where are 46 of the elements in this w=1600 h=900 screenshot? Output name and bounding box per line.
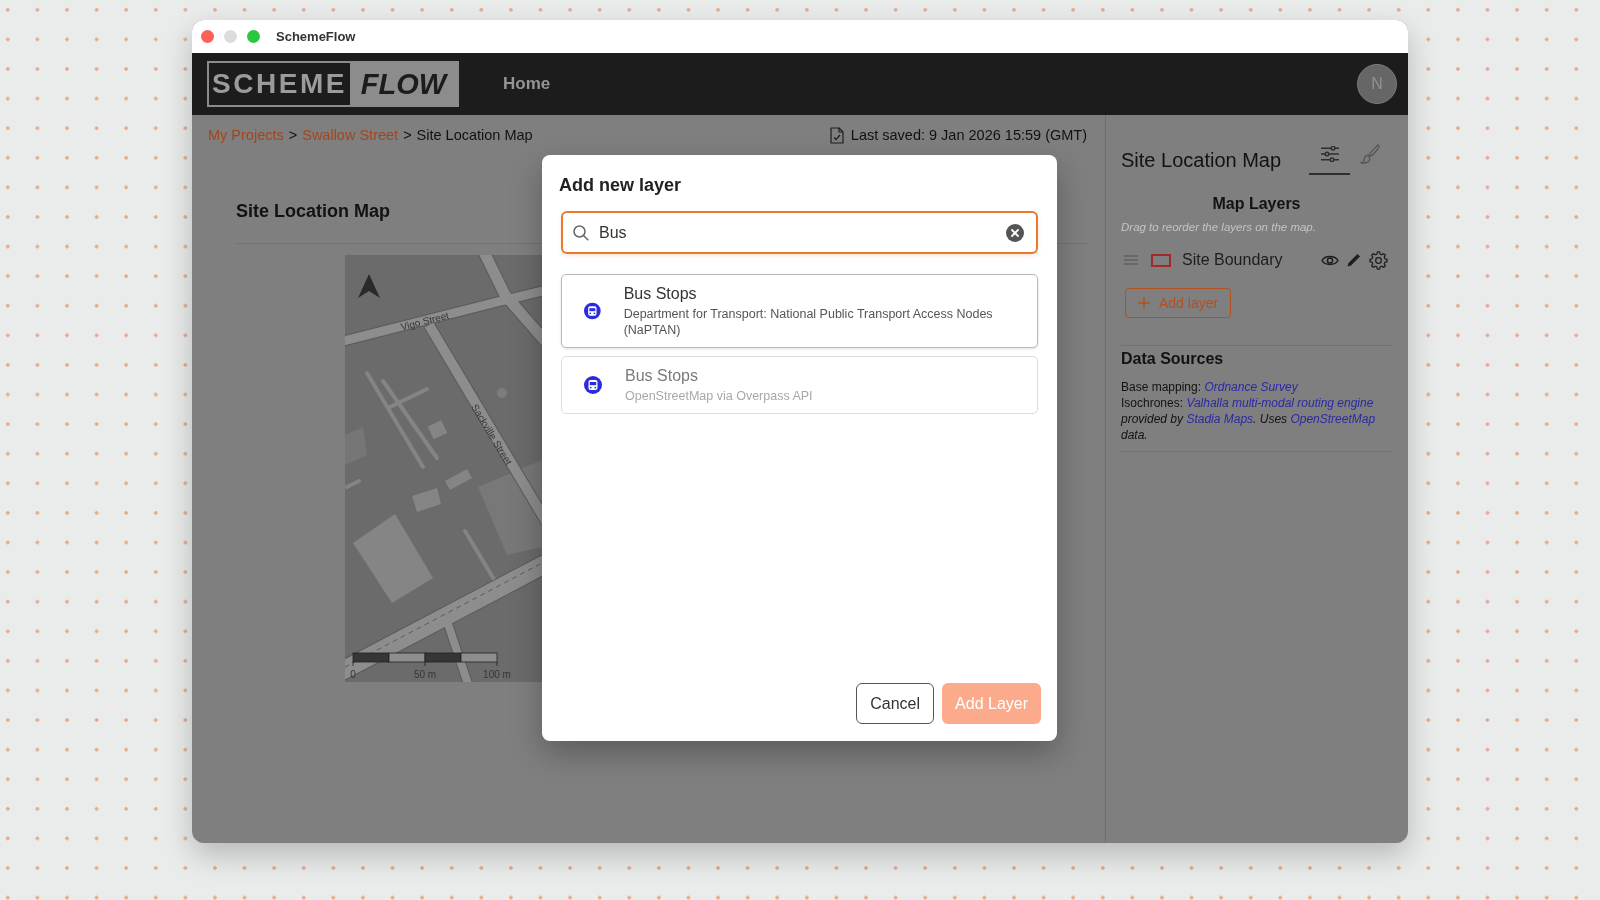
result-title: Bus Stops bbox=[623, 284, 698, 304]
panel-title: Site Location Map bbox=[1121, 148, 1282, 172]
window-title: SchemeFlow bbox=[276, 29, 356, 44]
nav-link[interactable]: Home bbox=[503, 74, 551, 94]
breadcrumb-link[interactable]: Swallow Street bbox=[302, 127, 399, 143]
bus-icon bbox=[584, 376, 602, 394]
clear-icon[interactable] bbox=[1006, 223, 1024, 242]
maximize-icon[interactable] bbox=[247, 30, 260, 43]
street-label: Vigo Street bbox=[399, 309, 451, 333]
settings-icon[interactable] bbox=[1369, 250, 1388, 270]
result-title: Bus Stops bbox=[625, 366, 699, 386]
source-link[interactable]: OpenStreetMap bbox=[1290, 412, 1376, 426]
hint-text: Drag to reorder the layers on the map. bbox=[1121, 220, 1317, 234]
search-icon bbox=[573, 224, 589, 241]
sliders-icon bbox=[1320, 145, 1339, 162]
result-description: Department for Transport: National Public Transport Access Nodes (NaPTAN) bbox=[623, 306, 994, 338]
logo-text: FLOW bbox=[350, 63, 457, 105]
section-heading: Data Sources bbox=[1121, 349, 1225, 369]
search-field[interactable]: Bus bbox=[561, 211, 1038, 254]
logo[interactable]: SCHEME FLOW bbox=[207, 61, 459, 107]
source-link[interactable]: Valhalla multi-modal routing engine bbox=[1186, 396, 1374, 410]
drag-handle-icon[interactable] bbox=[1124, 255, 1138, 265]
result-description: OpenStreetMap via Overpass API bbox=[625, 388, 813, 404]
source-link[interactable]: Ordnance Survey bbox=[1204, 380, 1298, 394]
breadcrumb-separator: > bbox=[403, 127, 412, 143]
brush-icon bbox=[1360, 143, 1380, 164]
plus-icon bbox=[1138, 297, 1150, 309]
breadcrumb-current: Site Location Map bbox=[416, 127, 533, 143]
last-saved-text: Last saved: 9 Jan 2026 15:59 (GMT) bbox=[850, 127, 1087, 143]
map-title: Site Location Map bbox=[236, 200, 390, 222]
data-source-text: Isochrones: Valhalla multi-modal routing engine provided by Stadia Maps. Uses OpenStreetMap data. bbox=[1121, 395, 1377, 443]
breadcrumb-separator: > bbox=[288, 127, 298, 143]
north-arrow-icon bbox=[358, 274, 380, 298]
layer-name: Site Boundary bbox=[1182, 251, 1283, 269]
scale-label: 0 bbox=[350, 668, 356, 680]
document-check-icon bbox=[829, 126, 844, 144]
eye-icon[interactable] bbox=[1321, 253, 1339, 267]
result-item[interactable]: Bus Stops Department for Transport: National Public Transport Access Nodes (NaPTAN) bbox=[561, 274, 1038, 348]
breadcrumb-link[interactable]: My Projects bbox=[208, 127, 284, 143]
pencil-icon[interactable] bbox=[1347, 253, 1361, 267]
cancel-button[interactable]: Cancel bbox=[856, 683, 935, 724]
data-source-text: Base mapping: Ordnance Survey bbox=[1121, 379, 1299, 395]
section-heading: Map Layers bbox=[1211, 194, 1302, 214]
bus-icon bbox=[584, 302, 601, 320]
dialog-title: Add new layer bbox=[559, 174, 682, 196]
close-icon[interactable] bbox=[201, 30, 214, 43]
